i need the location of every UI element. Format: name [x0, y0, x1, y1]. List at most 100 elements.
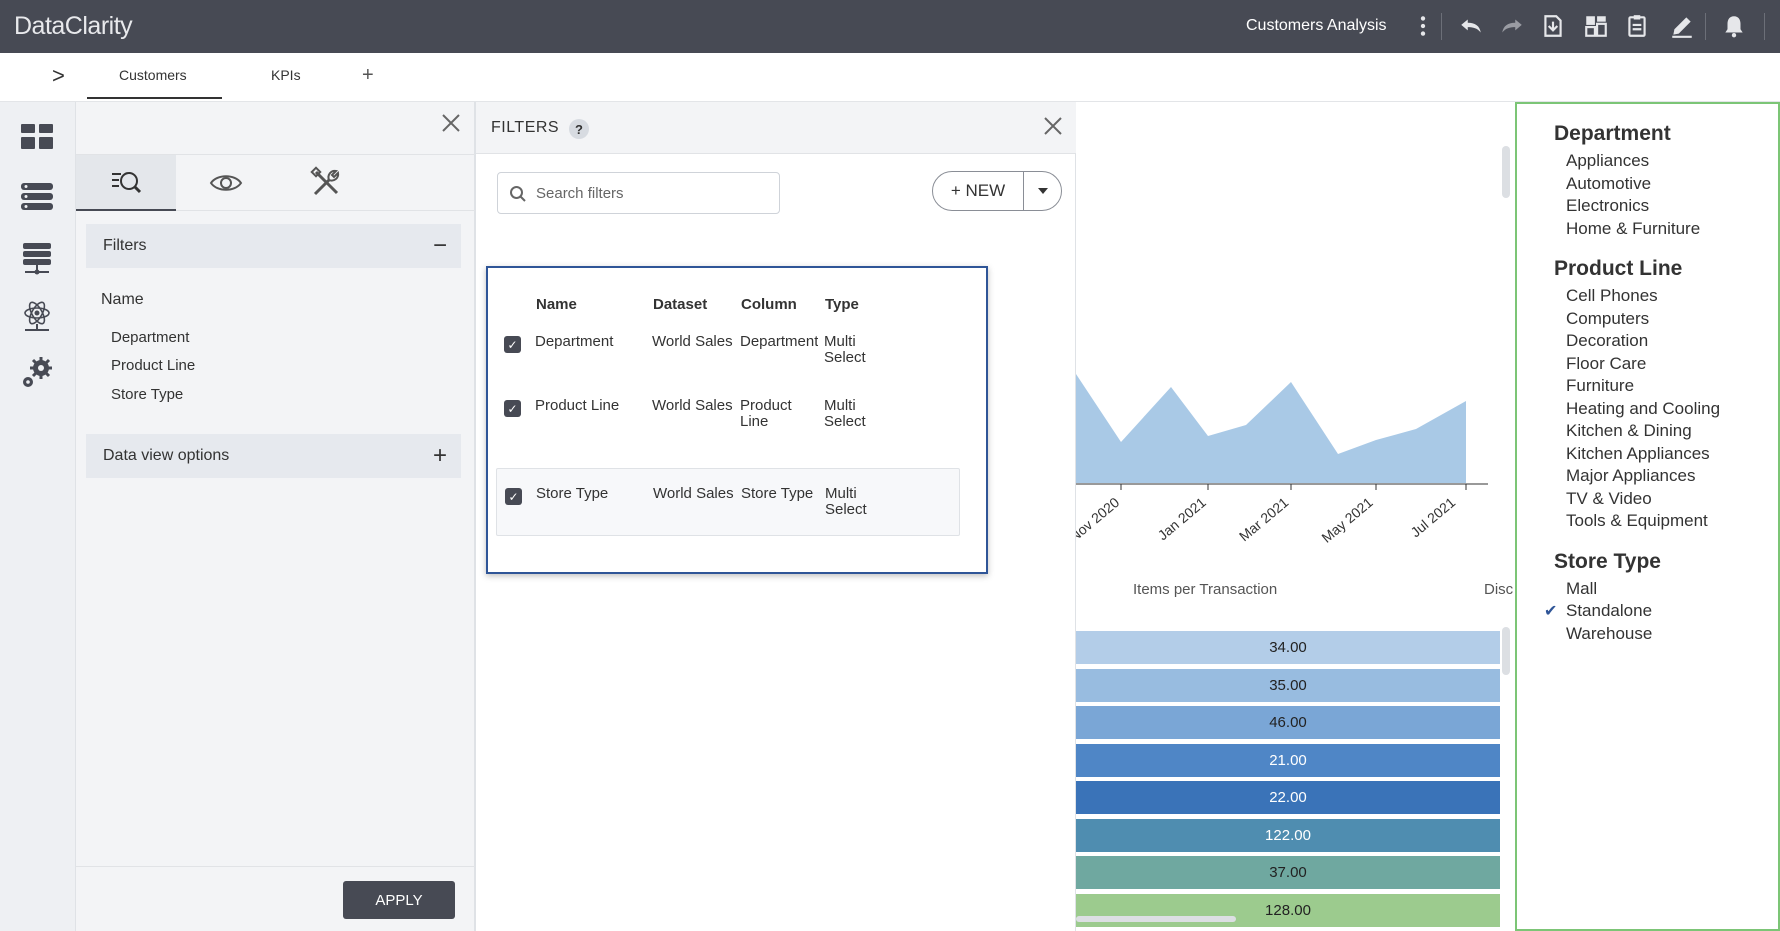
data-table-icon[interactable] — [18, 178, 56, 216]
tab-filters-view[interactable] — [76, 155, 176, 211]
column-header-type: Type — [825, 296, 859, 313]
filters-side-panel: Filters − Name Department Product Line S… — [76, 102, 475, 931]
table-row[interactable]: ✓ Department World Sales Department Mult… — [496, 324, 960, 392]
name-heading: Name — [101, 291, 144, 308]
filter-value-option[interactable]: Appliances — [1566, 151, 1649, 171]
table-row[interactable]: ✓ Product Line World Sales Product Line … — [496, 392, 960, 460]
caret-down-icon — [1038, 188, 1048, 194]
add-tab-button[interactable]: + — [362, 64, 374, 87]
filters-dialog-title: FILTERS — [491, 119, 560, 136]
row-column: Department — [740, 334, 818, 350]
table-column-header: Items per Transaction — [1133, 581, 1278, 598]
new-filter-button[interactable]: + NEW — [933, 172, 1023, 210]
filter-value-option[interactable]: Standalone — [1566, 601, 1652, 621]
filter-value-option[interactable]: Automotive — [1566, 174, 1651, 194]
filters-section[interactable]: Filters − — [86, 224, 461, 268]
row-checkbox[interactable]: ✓ — [504, 336, 521, 353]
search-filters-input[interactable] — [536, 182, 766, 204]
atom-network-icon[interactable] — [18, 297, 56, 335]
tab-kpis[interactable]: KPIs — [271, 67, 301, 83]
filters-dialog: FILTERS ? + NEW Name Dataset Column Type… — [475, 102, 1076, 931]
search-filters-field[interactable] — [497, 172, 780, 214]
edit-icon[interactable] — [1667, 10, 1697, 42]
more-vertical-icon[interactable] — [1408, 10, 1438, 42]
active-tab-indicator — [87, 97, 222, 99]
panel-tabs — [76, 154, 475, 211]
column-header-column: Column — [741, 296, 797, 313]
vertical-scrollbar[interactable] — [1502, 627, 1510, 675]
filters-dialog-header: FILTERS ? — [476, 102, 1076, 154]
row-checkbox[interactable]: ✓ — [504, 400, 521, 417]
new-filter-dropdown[interactable] — [1024, 172, 1062, 210]
tab-tools[interactable] — [276, 155, 376, 211]
tab-customers[interactable]: Customers — [119, 67, 187, 83]
filter-value-option[interactable]: Electronics — [1566, 196, 1649, 216]
filter-value-option[interactable]: Heating and Cooling — [1566, 399, 1720, 419]
settings-gears-icon[interactable] — [18, 354, 56, 392]
filter-value-option[interactable]: Computers — [1566, 309, 1649, 329]
expand-data-view-button[interactable]: + — [433, 442, 447, 470]
row-column: Product Line — [740, 397, 792, 430]
toolbar-separator — [1705, 13, 1706, 40]
filter-values-panel: Department Appliances Automotive Electronic… — [1515, 102, 1780, 931]
dashboard-icon[interactable] — [18, 118, 56, 156]
help-icon[interactable]: ? — [569, 119, 589, 139]
document-title: Customers Analysis — [1246, 17, 1387, 34]
filter-value-option[interactable]: Home & Furniture — [1566, 219, 1700, 239]
filter-value-option[interactable]: Furniture — [1566, 376, 1634, 396]
filter-value-option[interactable]: Kitchen & Dining — [1566, 421, 1692, 441]
expand-nav-button[interactable]: > — [52, 63, 65, 89]
filter-value-option[interactable]: Floor Care — [1566, 354, 1646, 374]
search-icon — [510, 186, 526, 202]
row-type: Multi Select — [824, 333, 866, 366]
close-icon[interactable] — [1042, 115, 1064, 137]
filter-value-option[interactable]: Kitchen Appliances — [1566, 444, 1710, 464]
bell-icon[interactable] — [1719, 10, 1749, 42]
horizontal-scrollbar[interactable] — [1076, 916, 1236, 922]
table-cell-value: 128.00 — [1076, 893, 1500, 929]
area-series — [1076, 374, 1466, 483]
table-cell-value: 37.00 — [1076, 856, 1500, 891]
filter-value-option[interactable]: Warehouse — [1566, 624, 1652, 644]
table-row[interactable]: ✓ Store Type World Sales Store Type Mult… — [496, 468, 960, 536]
row-name: Product Line — [535, 397, 620, 414]
data-view-options-section[interactable]: Data view options + — [86, 434, 461, 478]
new-filter-button-group: + NEW — [932, 171, 1062, 211]
database-server-icon[interactable] — [18, 240, 56, 278]
tools-icon — [310, 166, 340, 196]
filter-value-option[interactable]: Mall — [1566, 579, 1597, 599]
clipboard-icon[interactable] — [1622, 10, 1652, 42]
filter-value-option[interactable]: Major Appliances — [1566, 466, 1695, 486]
toolbar-separator — [1441, 13, 1442, 40]
row-checkbox[interactable]: ✓ — [505, 488, 522, 505]
column-header-name: Name — [536, 296, 577, 313]
table-cell-value: 46.00 — [1076, 706, 1500, 741]
filter-value-option[interactable]: Cell Phones — [1566, 286, 1658, 306]
row-type: Multi Select — [824, 397, 866, 430]
filters-table: Name Dataset Column Type ✓ Department Wo… — [486, 266, 988, 574]
filter-item-department[interactable]: Department — [111, 329, 189, 346]
filter-value-option[interactable]: Decoration — [1566, 331, 1648, 351]
filter-item-store-type[interactable]: Store Type — [111, 386, 183, 403]
filter-value-option[interactable]: Tools & Equipment — [1566, 511, 1708, 531]
table-cell-value: 21.00 — [1076, 743, 1500, 779]
filter-item-product-line[interactable]: Product Line — [111, 357, 195, 374]
data-view-options-label: Data view options — [103, 447, 230, 464]
tab-visibility[interactable] — [176, 155, 276, 211]
redo-icon[interactable] — [1497, 10, 1527, 42]
layout-icon[interactable] — [1581, 10, 1611, 42]
undo-icon[interactable] — [1456, 10, 1486, 42]
x-axis-ticks — [1120, 484, 1467, 490]
save-icon[interactable] — [1538, 10, 1568, 42]
row-type: Multi Select — [825, 485, 867, 518]
checkmark-icon: ✔ — [1544, 603, 1558, 620]
apply-button[interactable]: APPLY — [343, 881, 455, 919]
column-header-dataset: Dataset — [653, 296, 708, 313]
top-bar: DataClarity Customers Analysis — [0, 0, 1780, 53]
close-icon[interactable] — [440, 112, 462, 134]
filter-group-title: Department — [1554, 122, 1671, 145]
table-cell-value: 22.00 — [1076, 781, 1500, 816]
filter-value-option[interactable]: TV & Video — [1566, 489, 1652, 509]
collapse-filters-button[interactable]: − — [433, 232, 447, 260]
row-column: Store Type — [741, 485, 814, 502]
